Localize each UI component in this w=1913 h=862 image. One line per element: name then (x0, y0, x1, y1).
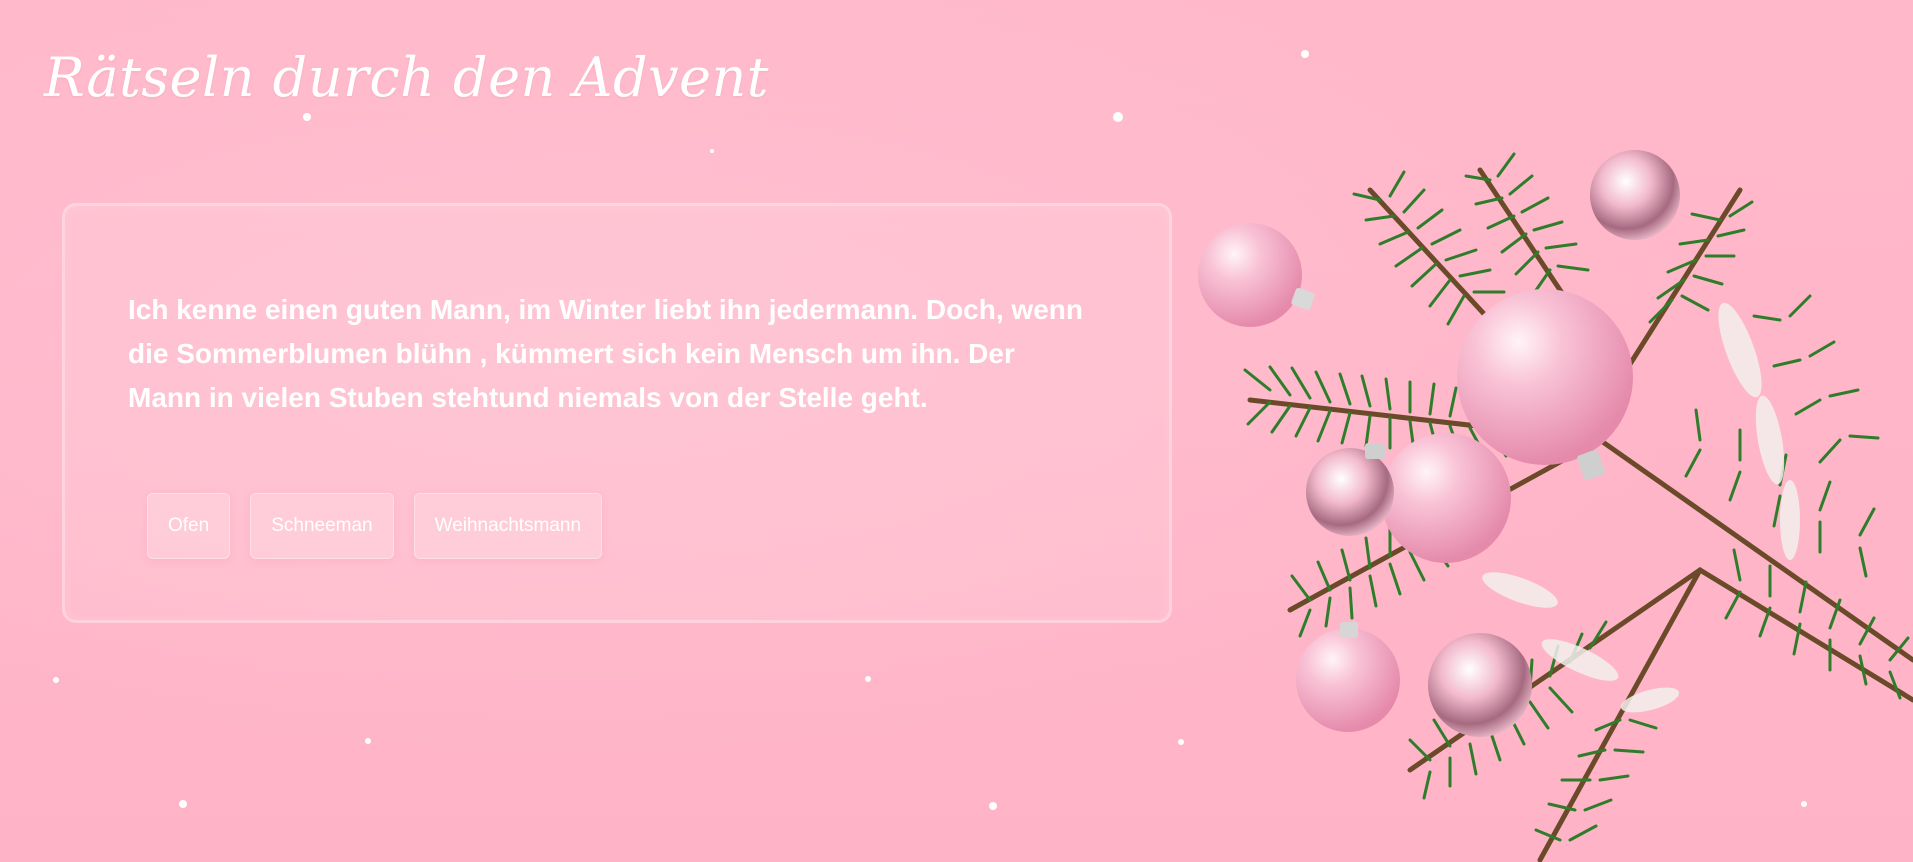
riddle-card: Ich kenne einen guten Mann, im Winter li… (62, 203, 1172, 623)
answer-options: Ofen Schneeman Weihnachtsmann (147, 493, 603, 559)
christmas-decoration-image (1198, 150, 1913, 862)
page-title: Rätseln durch den Advent (44, 46, 769, 109)
answer-button-schneeman[interactable]: Schneeman (250, 493, 394, 559)
answer-button-ofen[interactable]: Ofen (147, 493, 231, 559)
riddle-text: Ich kenne einen guten Mann, im Winter li… (128, 294, 1083, 413)
answer-button-weihnachtsmann[interactable]: Weihnachtsmann (413, 493, 603, 559)
